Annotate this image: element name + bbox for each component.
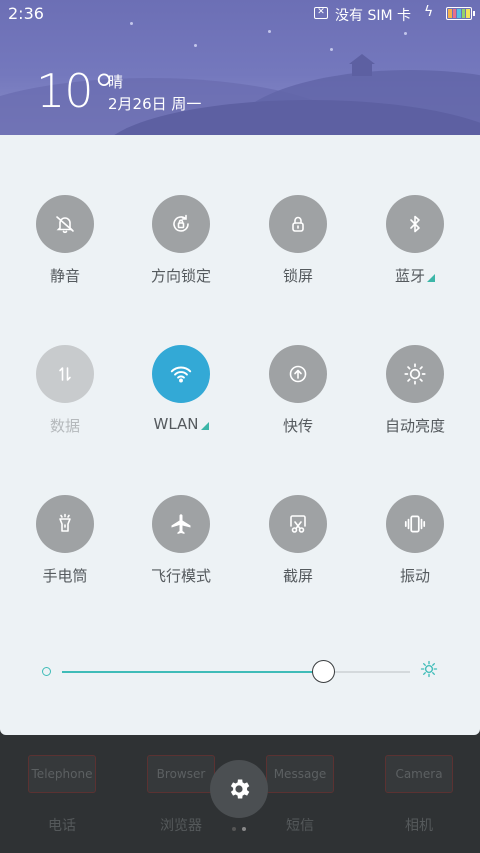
- star-decoration: [194, 44, 197, 47]
- toggle-flashlight-label: 手电筒: [42, 567, 88, 585]
- settings-button[interactable]: [210, 760, 268, 818]
- submenu-corner-icon: [427, 274, 435, 282]
- bell-off-icon: [56, 216, 74, 234]
- weather-date: 2月26日 周一: [108, 95, 202, 113]
- no-sim-icon: ✕: [314, 7, 328, 19]
- toggle-lock-screen-button[interactable]: [269, 195, 327, 253]
- weather-header: 2:36 ✕ 没有 SIM 卡 ϟ 10° 晴 2月26日 周一: [0, 0, 480, 135]
- submenu-corner-icon: [200, 422, 209, 430]
- battery-icon: [446, 7, 475, 20]
- toggle-silent-button[interactable]: [36, 195, 94, 253]
- star-decoration: [404, 32, 407, 35]
- vibrate-icon: [404, 515, 426, 533]
- brightness-thumb[interactable]: [312, 660, 335, 683]
- bluetooth-icon: [410, 215, 420, 233]
- toggle-wlan-text: WLAN: [153, 415, 199, 433]
- toggle-rotation-lock[interactable]: 方向锁定: [126, 195, 236, 286]
- toggle-vibrate[interactable]: 振动: [360, 495, 470, 586]
- app-camera-icon: Camera: [385, 755, 453, 793]
- status-bar: 2:36 ✕ 没有 SIM 卡 ϟ: [0, 0, 480, 28]
- toggle-lock-screen-label: 锁屏: [282, 267, 313, 285]
- toggle-auto-brightness-label: 自动亮度: [384, 417, 445, 435]
- toggle-flashlight-button[interactable]: [36, 495, 94, 553]
- toggle-mobile-data-button[interactable]: [36, 345, 94, 403]
- app-browser-label: 浏览器: [160, 818, 202, 834]
- app-browser-icon: Browser: [147, 755, 215, 793]
- app-message-label: 短信: [286, 818, 314, 834]
- app-message-icon: Message: [266, 755, 334, 793]
- toggle-screenshot[interactable]: 截屏: [243, 495, 353, 586]
- page-dot: [232, 827, 236, 831]
- toggle-wlan-label: WLAN: [126, 415, 236, 433]
- gear-icon: [230, 779, 250, 799]
- toggle-silent-label: 静音: [49, 267, 80, 285]
- toggle-auto-brightness-button[interactable]: [386, 345, 444, 403]
- toggle-rotation-lock-button[interactable]: [152, 195, 210, 253]
- rotation-lock-icon: [173, 214, 189, 232]
- toggle-auto-brightness[interactable]: 自动亮度: [360, 345, 470, 436]
- toggle-airplane-mode[interactable]: 飞行模式: [126, 495, 236, 586]
- brightness-fill: [62, 671, 323, 673]
- toggle-screenshot-label: 截屏: [282, 567, 313, 585]
- quick-settings-panel: 静音 方向锁定 锁屏 蓝牙 数据 WLAN 快传 自动亮度 手电筒 飞行模式 截…: [0, 135, 480, 735]
- toggle-quick-transfer-label: 快传: [282, 417, 313, 435]
- toggle-quick-transfer[interactable]: 快传: [243, 345, 353, 436]
- app-camera-label: 相机: [405, 818, 433, 834]
- page-dot-active: [242, 827, 246, 831]
- toggle-silent[interactable]: 静音: [10, 195, 120, 286]
- brightness-low-icon: [42, 667, 51, 676]
- toggle-rotation-lock-label: 方向锁定: [150, 267, 211, 285]
- status-time: 2:36: [8, 4, 44, 23]
- sim-status-text: 没有 SIM 卡: [335, 8, 411, 24]
- brightness-high-icon: [420, 660, 438, 678]
- wifi-icon: [170, 366, 192, 383]
- app-telephone-icon: Telephone: [28, 755, 96, 793]
- app-camera[interactable]: Camera 相机: [374, 755, 464, 835]
- toggle-bluetooth-text: 蓝牙: [394, 267, 425, 285]
- app-telephone[interactable]: Telephone 电话: [17, 755, 107, 835]
- toggle-bluetooth-button[interactable]: [386, 195, 444, 253]
- toggle-airplane-mode-button[interactable]: [152, 495, 210, 553]
- brightness-slider[interactable]: [42, 660, 442, 684]
- toggle-vibrate-label: 振动: [399, 567, 430, 585]
- star-decoration: [268, 30, 271, 33]
- toggle-bluetooth[interactable]: 蓝牙: [360, 195, 470, 286]
- screenshot-icon: [290, 515, 306, 533]
- flashlight-icon: [59, 513, 71, 532]
- toggle-lock-screen[interactable]: 锁屏: [243, 195, 353, 286]
- toggle-mobile-data[interactable]: 数据: [10, 345, 120, 436]
- toggle-wlan[interactable]: WLAN: [126, 345, 236, 433]
- toggle-screenshot-button[interactable]: [269, 495, 327, 553]
- app-message[interactable]: Message 短信: [255, 755, 345, 835]
- toggle-bluetooth-label: 蓝牙: [360, 265, 470, 286]
- data-arrows-icon: [59, 367, 71, 381]
- scenery-house: [352, 62, 372, 76]
- weather-condition: 晴: [108, 73, 124, 91]
- toggle-quick-transfer-button[interactable]: [269, 345, 327, 403]
- toggle-airplane-mode-label: 飞行模式: [150, 567, 211, 585]
- toggle-mobile-data-label: 数据: [49, 417, 80, 435]
- lock-icon: [292, 216, 304, 232]
- charging-icon: ϟ: [424, 4, 434, 20]
- toggle-flashlight[interactable]: 手电筒: [10, 495, 120, 586]
- airplane-icon: [171, 514, 191, 534]
- toggle-wlan-button[interactable]: [152, 345, 210, 403]
- page-indicator: [232, 827, 246, 831]
- quick-transfer-icon: [289, 365, 307, 383]
- weather-temperature[interactable]: 10°: [36, 64, 116, 118]
- app-telephone-label: 电话: [48, 818, 76, 834]
- brightness-track[interactable]: [62, 660, 410, 683]
- toggle-vibrate-button[interactable]: [386, 495, 444, 553]
- auto-brightness-icon: [404, 363, 426, 385]
- star-decoration: [330, 48, 333, 51]
